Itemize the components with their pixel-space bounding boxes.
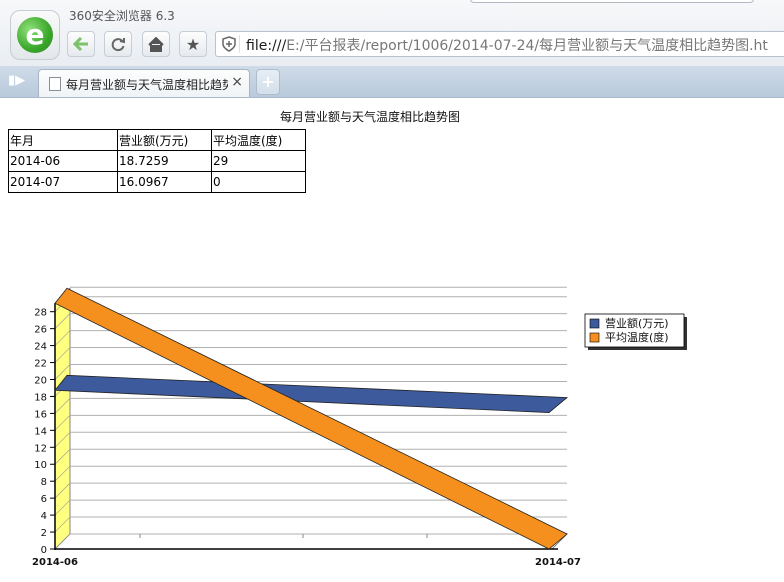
- browser-logo-icon: e: [17, 17, 53, 53]
- legend-swatch: [589, 332, 600, 343]
- url-scheme: file:///: [246, 38, 287, 54]
- header-cell: 营业额(万元): [117, 129, 212, 151]
- table-cell: 2014-06: [8, 150, 118, 172]
- y-tick-label: 22: [34, 359, 47, 370]
- url-text: file:///E:/平台报表/report/1006/2014-07-24/每…: [246, 35, 768, 55]
- shield-icon: [219, 35, 240, 53]
- y-tick-label: 16: [34, 409, 47, 420]
- star-icon: ★: [185, 34, 201, 54]
- sidebar-toggle-icon[interactable]: ▮▶: [8, 73, 25, 88]
- series-ribbon-temperature: [54, 287, 568, 550]
- tab-report[interactable]: 每月营业额与天气温度相比趋势图 ×: [38, 69, 250, 97]
- header-cell: 年月: [8, 129, 118, 151]
- y-tick-label: 4: [41, 511, 47, 522]
- header-cell: 平均温度(度): [211, 129, 306, 151]
- table-header-row: 年月 营业额(万元) 平均温度(度): [8, 129, 306, 151]
- table-cell: 29: [211, 150, 306, 172]
- table-row: 2014-07 16.0967 0: [8, 171, 306, 193]
- x-tick-label: 2014-07: [535, 557, 581, 568]
- trend-chart: 02468101214161820222426282014-06 2014-07营…: [32, 286, 687, 568]
- y-tick-label: 14: [34, 426, 47, 437]
- series-ribbon-revenue: [54, 374, 569, 413]
- y-tick-label: 12: [34, 443, 47, 454]
- back-button[interactable]: [67, 31, 95, 57]
- table-cell: 16.0967: [117, 171, 212, 193]
- y-tick-label: 10: [34, 460, 47, 471]
- y-tick-label: 2: [41, 528, 47, 539]
- browser-logo[interactable]: e: [10, 10, 60, 60]
- new-tab-button[interactable]: +: [256, 69, 280, 95]
- y-tick-label: 24: [34, 342, 47, 353]
- chart-floor: [54, 533, 568, 550]
- tab-bar: ▮▶ 每月营业额与天气温度相比趋势图 × +: [0, 66, 784, 98]
- y-tick-label: 20: [34, 375, 47, 386]
- home-icon: [148, 36, 164, 52]
- search-box[interactable]: [470, 0, 754, 3]
- legend-label: 营业额(万元): [605, 316, 669, 330]
- refresh-icon: [111, 38, 125, 52]
- back-arrow-icon: [73, 37, 88, 51]
- y-tick-label: 8: [41, 477, 47, 488]
- y-tick-label: 28: [34, 308, 47, 319]
- y-tick-label: 0: [41, 545, 47, 556]
- table-cell: 18.7259: [117, 150, 212, 172]
- tab-label: 每月营业额与天气温度相比趋势图: [66, 78, 228, 92]
- report-title: 每月营业额与天气温度相比趋势图: [279, 110, 460, 124]
- browser-toolbar: e 360安全浏览器 6.3 ★ file:///E:/平台报表/report/…: [0, 0, 784, 67]
- chart-left-wall: [54, 287, 71, 550]
- y-tick-label: 6: [41, 494, 47, 505]
- y-tick-label: 18: [34, 392, 47, 403]
- url-path: E:/平台报表/report/1006/2014-07-24/每月营业额与天气温…: [286, 38, 768, 54]
- legend-label: 平均温度(度): [605, 330, 669, 344]
- x-tick-label: 2014-06: [32, 557, 78, 568]
- table-cell: 0: [211, 171, 306, 193]
- address-bar[interactable]: file:///E:/平台报表/report/1006/2014-07-24/每…: [215, 31, 784, 57]
- close-tab-icon[interactable]: ×: [231, 74, 243, 90]
- app-title: 360安全浏览器 6.3: [69, 9, 175, 23]
- table-row: 2014-06 18.7259 29: [8, 150, 306, 172]
- report-table: 年月 营业额(万元) 平均温度(度) 2014-06 18.7259 29 20…: [8, 129, 306, 193]
- legend-swatch: [589, 318, 600, 329]
- refresh-button[interactable]: [104, 31, 132, 57]
- table-cell: 2014-07: [8, 171, 118, 193]
- y-tick-label: 26: [34, 325, 47, 336]
- document-icon: [49, 77, 61, 91]
- home-button[interactable]: [142, 31, 170, 57]
- favorites-button[interactable]: ★: [179, 31, 207, 57]
